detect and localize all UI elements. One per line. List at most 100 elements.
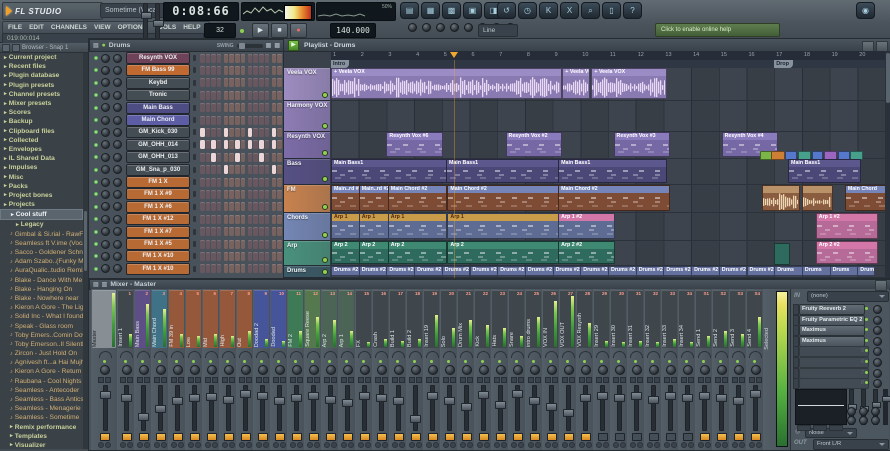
strip-pan-knob[interactable] — [122, 365, 132, 375]
strip-fader-handle[interactable] — [223, 396, 234, 404]
strip-invert-button[interactable] — [365, 377, 371, 383]
step-cell[interactable] — [224, 178, 229, 187]
step-cell[interactable] — [259, 128, 264, 137]
channel-pan-knob[interactable] — [101, 54, 110, 63]
step-cell[interactable] — [241, 153, 246, 162]
step-cell[interactable] — [200, 252, 205, 261]
step-cell[interactable] — [272, 116, 277, 125]
strip-invert-button[interactable] — [671, 377, 677, 383]
strip-pan-knob[interactable] — [649, 365, 659, 375]
channel-volume-knob[interactable] — [113, 153, 122, 162]
step-cell[interactable] — [200, 54, 205, 63]
channel-volume-knob[interactable] — [113, 78, 122, 87]
track-header[interactable]: FM — [284, 185, 330, 213]
channel-enable-led[interactable] — [94, 68, 98, 72]
strip-fx-enable[interactable] — [700, 433, 710, 441]
browser-file[interactable]: ♪Solid Inc - What I found — [0, 312, 83, 321]
swing-slider[interactable] — [237, 44, 263, 48]
strip-solo-button[interactable] — [569, 442, 575, 448]
step-cell[interactable] — [224, 128, 229, 137]
strip-pan-knob[interactable] — [496, 365, 506, 375]
mixer-strip[interactable]: 13Arp 2 — [321, 289, 339, 450]
mixer-title[interactable]: Mixer - Master — [110, 281, 156, 288]
fx-slot-mix-knob[interactable] — [873, 326, 882, 335]
strip-invert-button[interactable] — [144, 377, 150, 383]
step-cell[interactable] — [211, 202, 216, 211]
step-cell[interactable] — [253, 116, 258, 125]
step-cell[interactable] — [277, 128, 282, 137]
strip-fader-handle[interactable] — [563, 409, 574, 417]
step-cell[interactable] — [265, 128, 270, 137]
strip-fx-enable[interactable] — [360, 433, 370, 441]
master-pitch-slider[interactable] — [155, 3, 160, 41]
strip-mute-button[interactable] — [205, 442, 211, 448]
step-cell[interactable] — [211, 252, 216, 261]
strip-mute-button[interactable] — [154, 442, 160, 448]
strip-invert-button[interactable] — [603, 377, 609, 383]
step-cell[interactable] — [259, 252, 264, 261]
strip-fader-handle[interactable] — [393, 397, 404, 405]
step-cell[interactable] — [206, 54, 211, 63]
step-cell[interactable] — [253, 78, 258, 87]
strip-mute-button[interactable] — [681, 442, 687, 448]
fx-slot-plugin[interactable]: Maximus — [799, 336, 865, 347]
channel-rack-title[interactable]: Drums — [109, 42, 131, 49]
channel-pan-knob[interactable] — [101, 190, 110, 199]
step-cell[interactable] — [265, 227, 270, 236]
channel-button[interactable]: FM 1 X #6 — [126, 201, 190, 213]
strip-invert-button[interactable] — [229, 377, 235, 383]
step-cell[interactable] — [272, 140, 277, 149]
strip-mute-button[interactable] — [222, 442, 228, 448]
channel-mute-indicator[interactable] — [193, 216, 196, 222]
step-cell[interactable] — [248, 190, 253, 199]
strip-mute-button[interactable] — [664, 442, 670, 448]
strip-invert-button[interactable] — [331, 377, 337, 383]
step-cell[interactable] — [265, 116, 270, 125]
step-cell[interactable] — [248, 178, 253, 187]
step-cell[interactable] — [277, 252, 282, 261]
strip-solo-button[interactable] — [314, 442, 320, 448]
song-led[interactable] — [246, 29, 250, 33]
step-cell[interactable] — [259, 66, 264, 75]
mixer-strip[interactable]: 32Insert 32 — [644, 289, 662, 450]
step-cell[interactable] — [211, 178, 216, 187]
step-cell[interactable] — [200, 66, 205, 75]
browser-folder[interactable]: ▸Projects — [0, 200, 83, 209]
channel-mute-indicator[interactable] — [193, 191, 196, 197]
step-cell[interactable] — [229, 240, 234, 249]
record-button[interactable]: ● — [290, 23, 307, 38]
strip-fader-track[interactable] — [124, 385, 129, 431]
channel-pan-knob[interactable] — [101, 78, 110, 87]
mixer-menu-icon[interactable]: ▤ — [93, 281, 99, 288]
strip-fader-track[interactable] — [328, 385, 333, 431]
strip-fader-handle[interactable] — [478, 391, 489, 399]
step-cell[interactable] — [248, 128, 253, 137]
strip-invert-button[interactable] — [263, 377, 269, 383]
pattern-clip[interactable]: Arp 1 #2 — [816, 213, 878, 239]
strip-solo-button[interactable] — [399, 442, 405, 448]
menu-file[interactable]: FILE — [8, 24, 22, 31]
strip-fader-track[interactable] — [226, 385, 231, 431]
step-cell[interactable] — [259, 116, 264, 125]
fx-slot-mix-knob[interactable] — [873, 316, 882, 325]
browser-folder[interactable]: ▸Plugin presets — [0, 81, 83, 90]
browser-file[interactable]: ♪Kieron A Gore - Return To — [0, 367, 83, 376]
strip-fader-handle[interactable] — [648, 396, 659, 404]
strip-fx-enable[interactable] — [122, 433, 132, 441]
strip-pan-knob[interactable] — [173, 365, 183, 375]
strip-pan-knob[interactable] — [428, 365, 438, 375]
strip-stereo-button[interactable] — [732, 377, 738, 383]
channel-volume-knob[interactable] — [113, 202, 122, 211]
step-cell[interactable] — [248, 103, 253, 112]
strip-pan-knob[interactable] — [632, 365, 642, 375]
step-cell[interactable] — [265, 240, 270, 249]
strip-fx-enable[interactable] — [547, 433, 557, 441]
strip-mute-button[interactable] — [528, 442, 534, 448]
step-cell[interactable] — [206, 178, 211, 187]
strip-fader-track[interactable] — [651, 385, 656, 431]
step-cell[interactable] — [272, 215, 277, 224]
browser-file[interactable]: ♪Kieron A Gore - The Light — [0, 303, 83, 312]
strip-pan-knob[interactable] — [581, 365, 591, 375]
step-cell[interactable] — [265, 252, 270, 261]
step-cell[interactable] — [241, 165, 246, 174]
